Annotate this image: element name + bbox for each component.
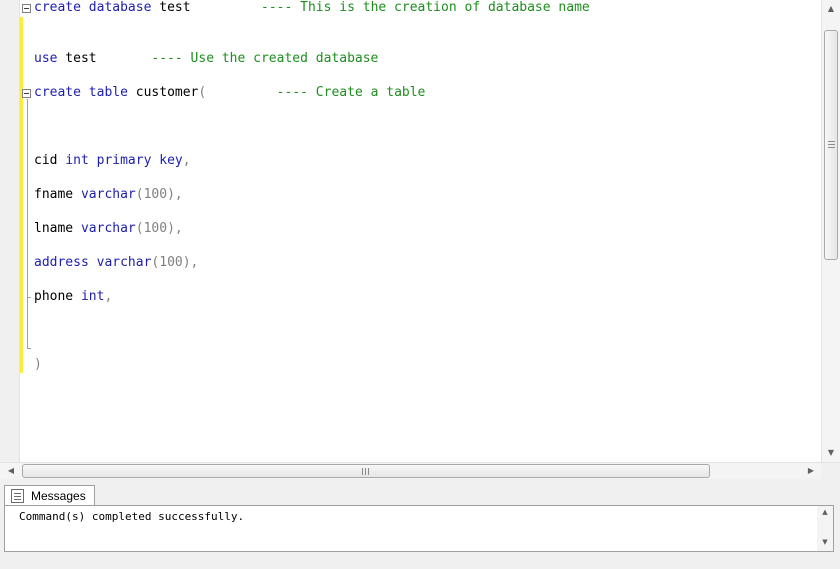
editor-gutter [0,0,20,462]
collapse-icon[interactable] [22,89,31,98]
messages-scrollbar[interactable]: ▲ ▼ [817,506,833,551]
outline-guide-end [27,297,31,298]
code-token: table [88,85,128,100]
grip-icon [828,141,835,142]
code-token: primary key [96,153,183,168]
query-editor[interactable]: create database test ---- This is the cr… [0,0,840,462]
code-token: ) [34,357,42,372]
messages-panel[interactable]: Command(s) completed successfully. ▲ ▼ [4,505,834,552]
code-token: phone [34,289,81,304]
outline-guide-end [27,348,31,349]
code-token: int [65,153,89,168]
vertical-scroll-thumb[interactable] [824,30,838,260]
grip-icon [368,468,369,475]
code-token: , [182,153,191,168]
results-pane: Messages Command(s) completed successful… [0,479,840,569]
code-line[interactable]: phone int, [34,289,112,305]
collapse-icon[interactable] [22,4,31,13]
code-token: fname [34,187,81,202]
code-token: address [34,255,89,270]
horizontal-scroll-thumb[interactable] [22,464,710,478]
code-token: create [34,0,81,15]
code-token: varchar [80,187,136,202]
code-line[interactable]: create database test ---- This is the cr… [34,0,590,16]
grip-icon [828,144,835,145]
code-token: varchar [96,255,152,270]
code-token: database [88,0,152,15]
code-line[interactable]: fname varchar(100), [34,187,183,203]
tab-messages-label: Messages [31,489,86,503]
code-token: cid [34,153,66,168]
status-message: Command(s) completed successfully. [19,510,245,523]
triangle-right-icon[interactable]: ▶ [802,463,820,479]
code-line[interactable]: ) [34,357,42,373]
triangle-up-icon[interactable]: ▲ [822,0,840,18]
code-line[interactable]: use test ---- Use the created database [34,51,378,67]
code-line[interactable]: create table customer( ---- Create a tab… [34,85,425,101]
triangle-left-icon[interactable]: ◀ [2,463,20,479]
change-marker [20,17,23,373]
code-token: (100), [135,221,183,236]
vertical-scrollbar[interactable]: ▲ ▼ [821,0,840,462]
code-token: test [151,0,261,15]
code-token: lname [34,221,81,236]
triangle-down-icon[interactable]: ▼ [822,444,840,462]
code-token: varchar [80,221,136,236]
code-token: use [34,51,58,66]
code-line[interactable]: cid int primary key, [34,153,191,169]
grip-icon [828,147,835,148]
code-token: (100), [151,255,199,270]
code-line[interactable]: address varchar(100), [34,255,198,271]
horizontal-scrollbar[interactable]: ◀ ▶ [0,462,840,479]
grip-icon [365,468,366,475]
grip-icon [362,468,363,475]
code-token: (100), [135,187,183,202]
code-token: ---- Use the created database [151,51,379,66]
scrollbar-corner [821,463,840,479]
code-token: create [34,85,81,100]
messages-icon [11,489,24,503]
code-token: ---- This is the creation of database na… [261,0,590,15]
code-token: test [57,51,152,66]
code-token: , [104,289,113,304]
code-token: ---- Create a table [276,85,426,100]
outline-guide [27,99,28,349]
tab-messages[interactable]: Messages [4,485,95,506]
bottom-strip [0,554,840,569]
triangle-down-icon[interactable]: ▼ [817,538,833,546]
triangle-up-icon[interactable]: ▲ [817,508,833,516]
code-line[interactable]: lname varchar(100), [34,221,183,237]
code-token: int [80,289,105,304]
code-token: customer [127,85,199,100]
